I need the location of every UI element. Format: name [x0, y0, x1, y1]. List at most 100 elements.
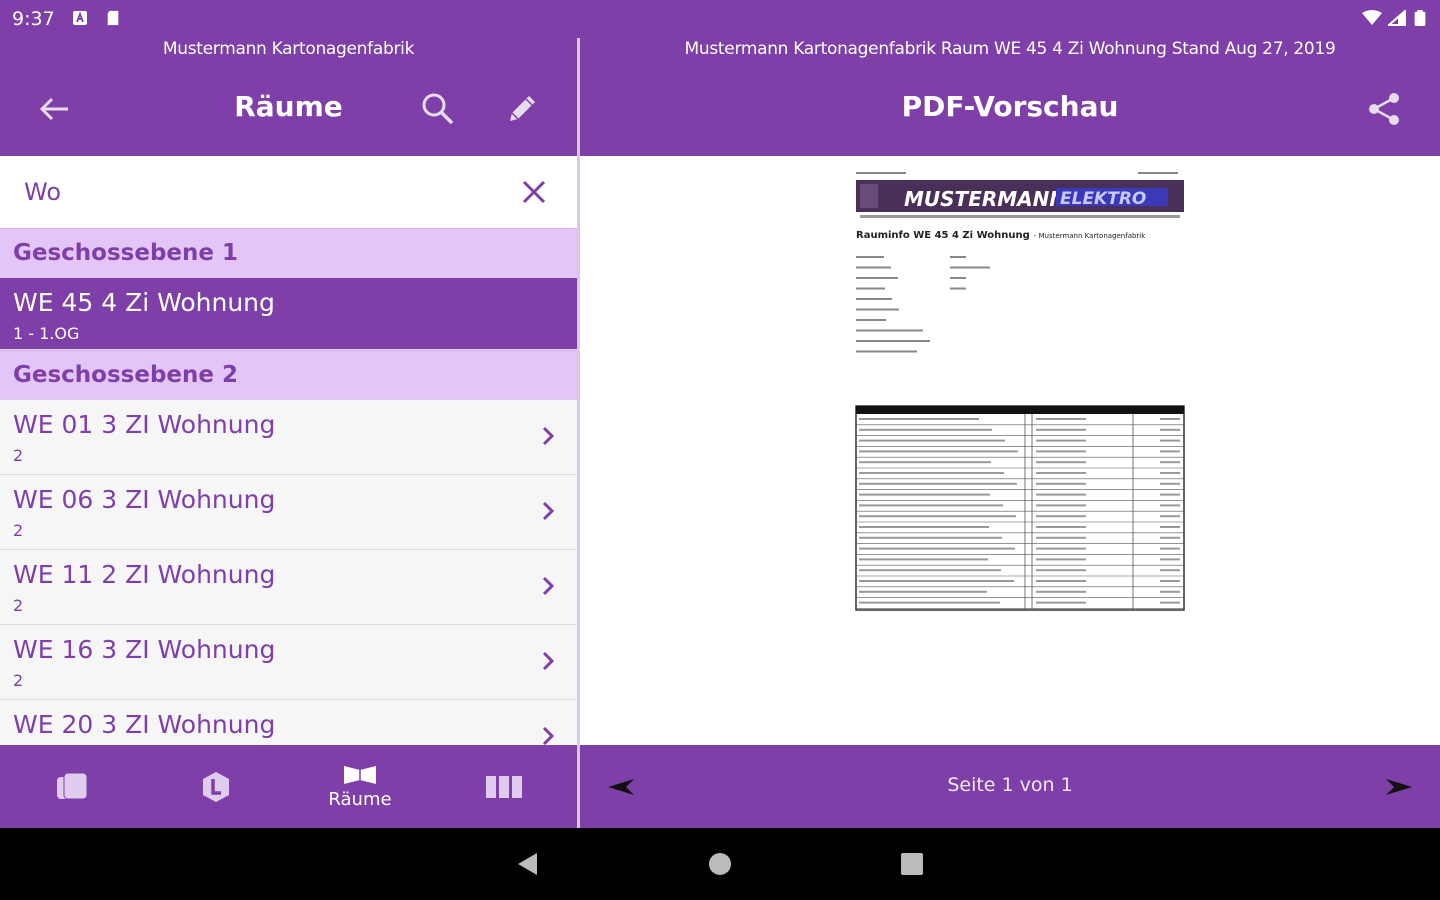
preview-title: PDF-Vorschau	[901, 90, 1119, 123]
pdf-table-cell-line	[1036, 590, 1086, 593]
chevron-right-icon	[542, 726, 555, 745]
columns-icon	[486, 775, 522, 798]
room-title: WE 20 3 ZI Wohnung	[13, 710, 276, 739]
pdf-field-line	[856, 298, 892, 300]
pdf-field-value-line	[950, 287, 966, 290]
pdf-field-value-line	[950, 256, 966, 258]
room-title: WE 16 3 ZI Wohnung	[13, 635, 276, 664]
pdf-field-line	[856, 277, 898, 279]
pdf-table-cell-line	[1160, 428, 1180, 431]
sd-card-icon	[107, 10, 119, 26]
edit-button[interactable]	[498, 85, 546, 133]
system-nav-bar	[0, 828, 1440, 900]
list-item[interactable]: WE 11 2 ZI Wohnung 2	[0, 550, 577, 625]
pdf-field-value-line	[950, 266, 990, 269]
pdf-table-cell-line	[859, 569, 1001, 572]
nav-home-button[interactable]	[696, 840, 744, 888]
pdf-table-cell-line	[1160, 472, 1180, 474]
close-icon	[522, 180, 546, 204]
pdf-table-cell-line	[1160, 418, 1180, 420]
pdf-table-cell-line	[1160, 558, 1180, 561]
pdf-table-cell-line	[859, 547, 1015, 550]
tab-rooms[interactable]: Räume	[288, 745, 432, 828]
document-subtitle: Mustermann Kartonagenfabrik Raum WE 45 4…	[684, 39, 1336, 59]
list-item[interactable]: WE 01 3 ZI Wohnung 2	[0, 400, 577, 475]
room-floor: 2	[13, 521, 24, 540]
preview-app-bar: Mustermann Kartonagenfabrik Raum WE 45 4…	[580, 38, 1440, 156]
project-subtitle: Mustermann Kartonagenfabrik	[162, 39, 415, 59]
tab-buildings[interactable]	[0, 745, 144, 828]
pdf-table-cell-line	[859, 450, 1018, 453]
tab-levels[interactable]	[144, 745, 288, 828]
pdf-table-cell-line	[1036, 450, 1086, 453]
status-time: 9:37	[12, 8, 55, 30]
clear-search-button[interactable]	[510, 168, 558, 216]
search-icon	[422, 93, 454, 125]
pdf-table-cell-line	[859, 439, 1005, 442]
pdf-table-cell-line	[1036, 482, 1086, 485]
pdf-table-cell-line	[859, 428, 992, 431]
room-title: WE 06 3 ZI Wohnung	[13, 485, 276, 514]
room-title: WE 11 2 ZI Wohnung	[13, 560, 276, 589]
circle-home-icon	[709, 853, 731, 875]
room-floor: 2	[13, 446, 24, 465]
search-button[interactable]	[414, 85, 462, 133]
pdf-table-cell-line	[1036, 493, 1086, 496]
pdf-table-cell-line	[1160, 590, 1180, 593]
pdf-field-line	[856, 329, 923, 332]
pdf-table-cell-line	[859, 515, 1016, 518]
pdf-table-cell-line	[1160, 493, 1180, 496]
search-bar	[0, 156, 577, 228]
pdf-table-cell-line	[1036, 601, 1086, 604]
room-floor: 2	[13, 671, 24, 690]
list-item[interactable]: WE 45 4 Zi Wohnung 1 - 1.OG	[0, 278, 577, 350]
list-item[interactable]: WE 20 3 ZI Wohnung	[0, 700, 577, 745]
pdf-table-cell-line	[859, 418, 979, 420]
pdf-field-line	[856, 340, 930, 342]
pdf-table-cell-line	[1160, 482, 1180, 485]
pdf-table-cell-line	[859, 558, 988, 561]
pdf-field-line	[856, 350, 917, 353]
pdf-table-cell-line	[1036, 461, 1086, 464]
pdf-logo-text-2: ELEKTRO	[1060, 189, 1146, 209]
room-list: Geschossebene 1 WE 45 4 Zi Wohnung 1 - 1…	[0, 228, 577, 745]
share-button[interactable]	[1360, 85, 1408, 133]
pencil-icon	[510, 96, 535, 121]
pdf-table-cell-line	[1160, 547, 1180, 550]
room-plan-icon	[344, 766, 376, 784]
pdf-table-cell-line	[1036, 504, 1086, 507]
pdf-table-cell-line	[1160, 461, 1180, 464]
list-item[interactable]: WE 16 3 ZI Wohnung 2	[0, 625, 577, 700]
pdf-table-cell-line	[1036, 526, 1086, 528]
pdf-logo-text-1: MUSTERMANN	[904, 187, 1066, 211]
pdf-table-cell-line	[1036, 418, 1086, 420]
pdf-page-preview[interactable]: MUSTERMANN ELEKTRO Rauminfo WE 45 4 Zi W…	[850, 168, 1190, 618]
pdf-table-cell-line	[1036, 428, 1086, 431]
chevron-right-icon	[542, 651, 555, 671]
nav-back-button[interactable]	[504, 840, 552, 888]
chevron-right-icon	[542, 426, 555, 446]
room-floor: 2	[13, 596, 24, 615]
nav-recents-button[interactable]	[888, 840, 936, 888]
search-input[interactable]	[24, 178, 484, 206]
status-bar: 9:37	[0, 0, 1440, 38]
tab-rooms-label: Räume	[328, 789, 392, 810]
list-item[interactable]: WE 06 3 ZI Wohnung 2	[0, 475, 577, 550]
pdf-table-cell-line	[859, 526, 989, 528]
pdf-field-line	[856, 256, 884, 258]
pdf-table-cell-line	[1036, 439, 1086, 442]
pdf-table-cell-line	[1036, 472, 1086, 474]
bottom-tab-bar: Räume	[0, 745, 577, 828]
preview-bottom-bar: Seite 1 von 1	[580, 745, 1440, 828]
triangle-back-icon	[518, 853, 537, 875]
pdf-table-cell-line	[1160, 515, 1180, 518]
pdf-document-thumbnail: MUSTERMANN ELEKTRO Rauminfo WE 45 4 Zi W…	[855, 172, 1185, 611]
pdf-field-value-line	[950, 277, 966, 279]
arrow-right-icon	[1386, 779, 1412, 795]
next-page-button[interactable]	[1374, 763, 1422, 811]
pdf-preview-pane: Mustermann Kartonagenfabrik Raum WE 45 4…	[580, 38, 1440, 828]
pdf-table-cell-line	[859, 601, 1000, 604]
pdf-table-cell-line	[859, 580, 1014, 582]
tab-grid[interactable]	[432, 745, 576, 828]
pdf-field-line	[856, 287, 885, 290]
